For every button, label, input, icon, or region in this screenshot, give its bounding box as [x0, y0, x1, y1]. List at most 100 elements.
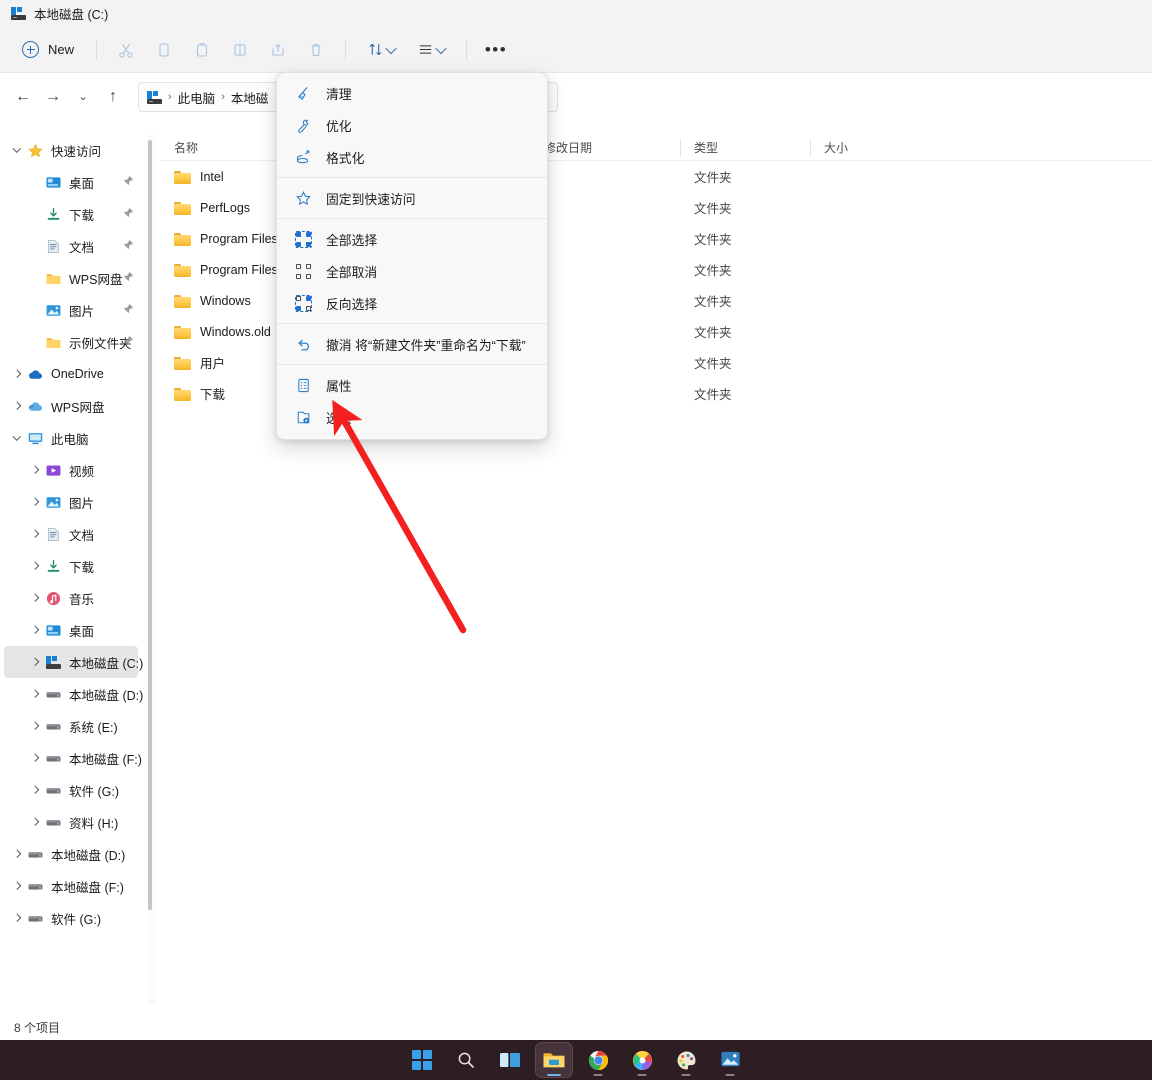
- new-button[interactable]: New: [14, 34, 86, 66]
- chevron-right-icon[interactable]: [8, 845, 26, 863]
- sidebar-item-3[interactable]: 文档: [4, 230, 138, 262]
- chrome-button[interactable]: [580, 1043, 616, 1077]
- sidebar-item-8[interactable]: WPS网盘: [4, 390, 138, 422]
- sidebar-item-11[interactable]: 图片: [4, 486, 138, 518]
- chevron-right-icon[interactable]: [26, 525, 44, 543]
- chevron-right-icon[interactable]: [26, 653, 44, 671]
- star-icon: [27, 143, 44, 158]
- rename-button[interactable]: [221, 34, 259, 66]
- chevron-right-icon[interactable]: [26, 557, 44, 575]
- paint-button[interactable]: [668, 1043, 704, 1077]
- chevron-right-icon[interactable]: [8, 397, 26, 415]
- sidebar-item-24[interactable]: 软件 (G:): [4, 902, 138, 934]
- column-header-2[interactable]: 类型: [680, 134, 810, 161]
- copy-button[interactable]: [145, 34, 183, 66]
- sidebar-item-18[interactable]: 系统 (E:): [4, 710, 138, 742]
- context-menu-item-options[interactable]: 选项: [280, 401, 544, 433]
- task-view-button[interactable]: [492, 1043, 528, 1077]
- sidebar-item-5[interactable]: 图片: [4, 294, 138, 326]
- recent-locations-button[interactable]: ⌄: [68, 82, 98, 112]
- sidebar-item-12[interactable]: 文档: [4, 518, 138, 550]
- sidebar-item-7[interactable]: OneDrive: [4, 358, 138, 390]
- sidebar-item-23[interactable]: 本地磁盘 (F:): [4, 870, 138, 902]
- sort-button[interactable]: [356, 34, 406, 66]
- download-icon: [45, 559, 62, 574]
- see-more-button[interactable]: •••: [477, 34, 515, 66]
- folder-icon: [174, 170, 191, 184]
- sidebar-item-17[interactable]: 本地磁盘 (D:): [4, 678, 138, 710]
- chevron-right-icon[interactable]: [26, 717, 44, 735]
- sidebar-item-13[interactable]: 下载: [4, 550, 138, 582]
- sidebar-item-16[interactable]: 本地磁盘 (C:): [4, 646, 138, 678]
- forward-button[interactable]: →: [38, 82, 68, 112]
- file-type-cell: 文件夹: [680, 198, 810, 217]
- context-menu-item-undo[interactable]: 撤消 将“新建文件夹”重命名为“下载”: [280, 328, 544, 360]
- sidebar-item-9[interactable]: 此电脑: [4, 422, 138, 454]
- sidebar-item-21[interactable]: 资料 (H:): [4, 806, 138, 838]
- column-header-1[interactable]: 修改日期: [530, 134, 680, 161]
- context-menu-item-wrench[interactable]: 优化: [280, 109, 544, 141]
- context-menu-item-star-outline[interactable]: 固定到快速访问: [280, 182, 544, 214]
- view-button[interactable]: [406, 34, 456, 66]
- paste-button[interactable]: [183, 34, 221, 66]
- sidebar-item-1[interactable]: 桌面: [4, 166, 138, 198]
- up-button[interactable]: ↑: [98, 82, 128, 112]
- chevron-down-icon[interactable]: [8, 141, 26, 159]
- picture-icon: [44, 301, 62, 319]
- sidebar-item-0[interactable]: 快速访问: [4, 134, 138, 166]
- pin-icon[interactable]: [123, 207, 134, 221]
- sidebar-item-22[interactable]: 本地磁盘 (D:): [4, 838, 138, 870]
- browser-button[interactable]: [624, 1043, 660, 1077]
- delete-button[interactable]: [297, 34, 335, 66]
- sidebar-item-14[interactable]: 音乐: [4, 582, 138, 614]
- folder-icon: [45, 271, 62, 286]
- sidebar-item-4[interactable]: WPS网盘: [4, 262, 138, 294]
- chevron-right-icon[interactable]: [8, 909, 26, 927]
- start-button[interactable]: [404, 1043, 440, 1077]
- chevron-right-icon[interactable]: [26, 461, 44, 479]
- sidebar-item-20[interactable]: 软件 (G:): [4, 774, 138, 806]
- forward-arrow-icon: →: [45, 89, 61, 105]
- pin-icon[interactable]: [123, 239, 134, 253]
- chevron-right-icon[interactable]: [26, 621, 44, 639]
- chevron-right-icon[interactable]: [26, 781, 44, 799]
- context-menu-item-format-disk[interactable]: 格式化: [280, 141, 544, 173]
- sidebar-item-10[interactable]: 视频: [4, 454, 138, 486]
- column-header-3[interactable]: 大小: [810, 134, 890, 161]
- context-menu-item-select-none[interactable]: 全部取消: [280, 255, 544, 287]
- photos-button[interactable]: [712, 1043, 748, 1077]
- breadcrumb-item-local-disk[interactable]: 本地磁: [231, 88, 269, 107]
- breadcrumb-item-this-pc[interactable]: 此电脑: [178, 88, 216, 107]
- sidebar-item-19[interactable]: 本地磁盘 (F:): [4, 742, 138, 774]
- pin-icon[interactable]: [123, 303, 134, 317]
- pin-icon[interactable]: [123, 175, 134, 189]
- context-menu-item-invert-selection[interactable]: 反向选择: [280, 287, 544, 319]
- search-button[interactable]: [448, 1043, 484, 1077]
- back-button[interactable]: ←: [8, 82, 38, 112]
- select-none-icon: [296, 264, 311, 279]
- pin-icon[interactable]: [123, 335, 134, 349]
- context-menu-item-broom[interactable]: 清理: [280, 77, 544, 109]
- share-button[interactable]: [259, 34, 297, 66]
- chevron-right-icon[interactable]: [26, 685, 44, 703]
- sidebar-scrollbar-thumb[interactable]: [148, 140, 152, 910]
- drive-icon: [44, 813, 62, 831]
- chevron-right-icon[interactable]: [26, 589, 44, 607]
- sidebar-item-2[interactable]: 下载: [4, 198, 138, 230]
- chevron-right-icon[interactable]: [26, 813, 44, 831]
- context-menu-item-properties[interactable]: 属性: [280, 369, 544, 401]
- cloud-icon: [26, 365, 44, 383]
- file-explorer-button[interactable]: [536, 1043, 572, 1077]
- chevron-right-icon[interactable]: [26, 493, 44, 511]
- sidebar-item-6[interactable]: 示例文件夹: [4, 326, 138, 358]
- pin-icon[interactable]: [123, 271, 134, 285]
- sidebar-item-15[interactable]: 桌面: [4, 614, 138, 646]
- local-disk-icon: [147, 91, 162, 104]
- chevron-right-icon[interactable]: [26, 749, 44, 767]
- chevron-right-icon[interactable]: [8, 877, 26, 895]
- folder-icon: [174, 201, 191, 215]
- chevron-down-icon[interactable]: [8, 429, 26, 447]
- chevron-right-icon[interactable]: [8, 365, 26, 383]
- cut-button[interactable]: [107, 34, 145, 66]
- context-menu-item-select-all[interactable]: 全部选择: [280, 223, 544, 255]
